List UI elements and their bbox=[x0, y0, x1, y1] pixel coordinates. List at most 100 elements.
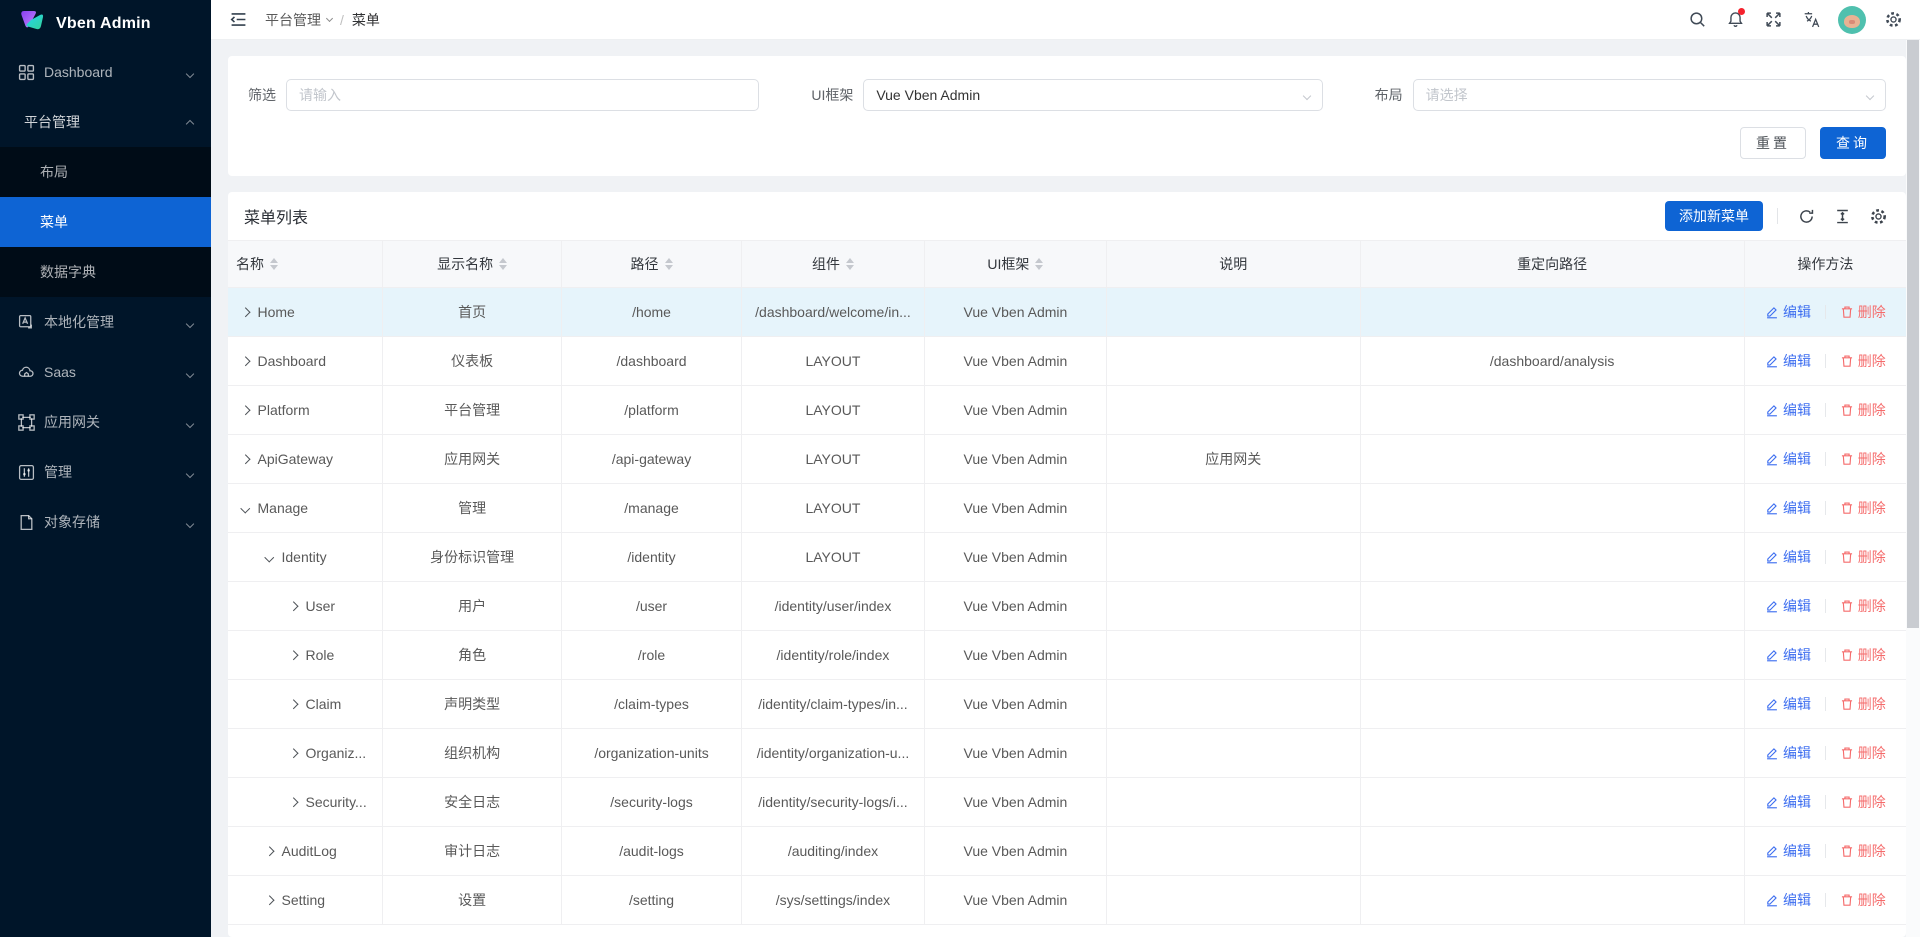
path: /setting bbox=[629, 892, 674, 908]
expand-icon[interactable] bbox=[242, 358, 249, 365]
expand-icon[interactable] bbox=[242, 407, 249, 414]
table-row[interactable]: ApiGateway 应用网关 /api-gateway LAYOUT Vue … bbox=[228, 435, 1906, 484]
ui-framework-select[interactable]: Vue Vben Admin bbox=[863, 79, 1322, 111]
table-row[interactable]: User 用户 /user /identity/user/index Vue V… bbox=[228, 582, 1906, 631]
search-icon[interactable] bbox=[1680, 3, 1714, 37]
expand-icon[interactable] bbox=[290, 701, 297, 708]
edit-button[interactable]: 编辑 bbox=[1765, 743, 1811, 763]
edit-button[interactable]: 编辑 bbox=[1765, 890, 1811, 910]
notification-bell-icon[interactable] bbox=[1718, 3, 1752, 37]
expand-icon[interactable] bbox=[290, 652, 297, 659]
delete-button[interactable]: 删除 bbox=[1840, 302, 1886, 322]
table-row[interactable]: AuditLog 审计日志 /audit-logs /auditing/inde… bbox=[228, 827, 1906, 876]
expand-icon[interactable] bbox=[266, 554, 273, 561]
expand-icon[interactable] bbox=[242, 505, 249, 512]
edit-button[interactable]: 编辑 bbox=[1765, 547, 1811, 567]
expand-icon[interactable] bbox=[266, 897, 273, 904]
search-button[interactable]: 查询 bbox=[1820, 127, 1886, 159]
column-header[interactable]: 显示名称 bbox=[383, 241, 562, 288]
sort-icon[interactable] bbox=[1035, 258, 1043, 270]
column-header[interactable]: 名称 bbox=[228, 241, 383, 288]
edit-button[interactable]: 编辑 bbox=[1765, 841, 1811, 861]
table-row[interactable]: Claim 声明类型 /claim-types /identity/claim-… bbox=[228, 680, 1906, 729]
edit-button[interactable]: 编辑 bbox=[1765, 596, 1811, 616]
sidebar-item-saas[interactable]: Saas bbox=[0, 347, 211, 397]
sort-icon[interactable] bbox=[270, 258, 278, 270]
breadcrumb-current[interactable]: 菜单 bbox=[352, 10, 380, 30]
table-row[interactable]: Home 首页 /home /dashboard/welcome/in... V… bbox=[228, 288, 1906, 337]
expand-icon[interactable] bbox=[242, 456, 249, 463]
expand-icon[interactable] bbox=[242, 309, 249, 316]
logo[interactable]: Vben Admin bbox=[0, 0, 211, 47]
edit-button[interactable]: 编辑 bbox=[1765, 400, 1811, 420]
edit-button[interactable]: 编辑 bbox=[1765, 498, 1811, 518]
edit-button[interactable]: 编辑 bbox=[1765, 351, 1811, 371]
expand-icon[interactable] bbox=[290, 799, 297, 806]
table-row[interactable]: Identity 身份标识管理 /identity LAYOUT Vue Vbe… bbox=[228, 533, 1906, 582]
filter-keyword-input[interactable] bbox=[286, 79, 759, 111]
edit-button[interactable]: 编辑 bbox=[1765, 449, 1811, 469]
table-settings-gear-icon[interactable] bbox=[1864, 202, 1892, 230]
translate-icon[interactable] bbox=[1794, 3, 1828, 37]
sidebar-item-data-dictionary[interactable]: 数据字典 bbox=[0, 247, 211, 297]
delete-button[interactable]: 删除 bbox=[1840, 645, 1886, 665]
row-height-icon[interactable] bbox=[1828, 202, 1856, 230]
delete-button[interactable]: 删除 bbox=[1840, 743, 1886, 763]
edit-button[interactable]: 编辑 bbox=[1765, 645, 1811, 665]
framework: Vue Vben Admin bbox=[964, 696, 1068, 712]
table-row[interactable]: Organiz... 组织机构 /organization-units /ide… bbox=[228, 729, 1906, 778]
table-row[interactable]: Manage 管理 /manage LAYOUT Vue Vben Admin … bbox=[228, 484, 1906, 533]
sidebar-item-menu[interactable]: 菜单 bbox=[0, 197, 211, 247]
settings-gear-icon[interactable] bbox=[1876, 3, 1910, 37]
delete-button[interactable]: 删除 bbox=[1840, 449, 1886, 469]
delete-button[interactable]: 删除 bbox=[1840, 890, 1886, 910]
delete-button[interactable]: 删除 bbox=[1840, 596, 1886, 616]
path: /security-logs bbox=[610, 794, 692, 810]
refresh-icon[interactable] bbox=[1792, 202, 1820, 230]
scrollbar-thumb[interactable] bbox=[1907, 40, 1919, 628]
expand-icon[interactable] bbox=[290, 603, 297, 610]
reset-button[interactable]: 重置 bbox=[1740, 127, 1806, 159]
sort-icon[interactable] bbox=[846, 258, 854, 270]
localization-icon bbox=[18, 314, 35, 331]
sidebar-item-platform-management[interactable]: 平台管理 bbox=[0, 97, 211, 147]
breadcrumb-section[interactable]: 平台管理 bbox=[265, 10, 332, 30]
edit-button[interactable]: 编辑 bbox=[1765, 694, 1811, 714]
table-row[interactable]: Security... 安全日志 /security-logs /identit… bbox=[228, 778, 1906, 827]
table-row[interactable]: Dashboard 仪表板 /dashboard LAYOUT Vue Vben… bbox=[228, 337, 1906, 386]
column-header[interactable]: 组件 bbox=[741, 241, 924, 288]
column-header[interactable]: 路径 bbox=[562, 241, 742, 288]
table-row[interactable]: Platform 平台管理 /platform LAYOUT Vue Vben … bbox=[228, 386, 1906, 435]
edit-button[interactable]: 编辑 bbox=[1765, 792, 1811, 812]
delete-button[interactable]: 删除 bbox=[1840, 547, 1886, 567]
table-row[interactable]: Setting 设置 /setting /sys/settings/index … bbox=[228, 876, 1906, 925]
column-header[interactable]: UI框架 bbox=[924, 241, 1106, 288]
menu-fold-icon[interactable] bbox=[223, 5, 253, 35]
sidebar-item-layout[interactable]: 布局 bbox=[0, 147, 211, 197]
delete-button[interactable]: 删除 bbox=[1840, 351, 1886, 371]
sidebar-item-app-gateway[interactable]: 应用网关 bbox=[0, 397, 211, 447]
sidebar-item-dashboard[interactable]: Dashboard bbox=[0, 47, 211, 97]
delete-button[interactable]: 删除 bbox=[1840, 694, 1886, 714]
column-header[interactable]: 操作方法 bbox=[1744, 241, 1906, 288]
layout-select[interactable]: 请选择 bbox=[1413, 79, 1886, 111]
table-row[interactable]: Role 角色 /role /identity/role/index Vue V… bbox=[228, 631, 1906, 680]
sidebar-item-manage[interactable]: 管理 bbox=[0, 447, 211, 497]
scrollbar-track[interactable] bbox=[1906, 40, 1920, 937]
delete-button[interactable]: 删除 bbox=[1840, 792, 1886, 812]
add-menu-button[interactable]: 添加新菜单 bbox=[1665, 201, 1763, 231]
delete-button[interactable]: 删除 bbox=[1840, 498, 1886, 518]
column-header[interactable]: 说明 bbox=[1106, 241, 1360, 288]
delete-button[interactable]: 删除 bbox=[1840, 400, 1886, 420]
sort-icon[interactable] bbox=[665, 258, 673, 270]
edit-button[interactable]: 编辑 bbox=[1765, 302, 1811, 322]
expand-icon[interactable] bbox=[290, 750, 297, 757]
sidebar-item-object-storage[interactable]: 对象存储 bbox=[0, 497, 211, 547]
sort-icon[interactable] bbox=[499, 258, 507, 270]
column-header[interactable]: 重定向路径 bbox=[1360, 241, 1744, 288]
expand-icon[interactable] bbox=[266, 848, 273, 855]
user-avatar[interactable] bbox=[1838, 6, 1866, 34]
fullscreen-icon[interactable] bbox=[1756, 3, 1790, 37]
sidebar-item-localization[interactable]: 本地化管理 bbox=[0, 297, 211, 347]
delete-button[interactable]: 删除 bbox=[1840, 841, 1886, 861]
